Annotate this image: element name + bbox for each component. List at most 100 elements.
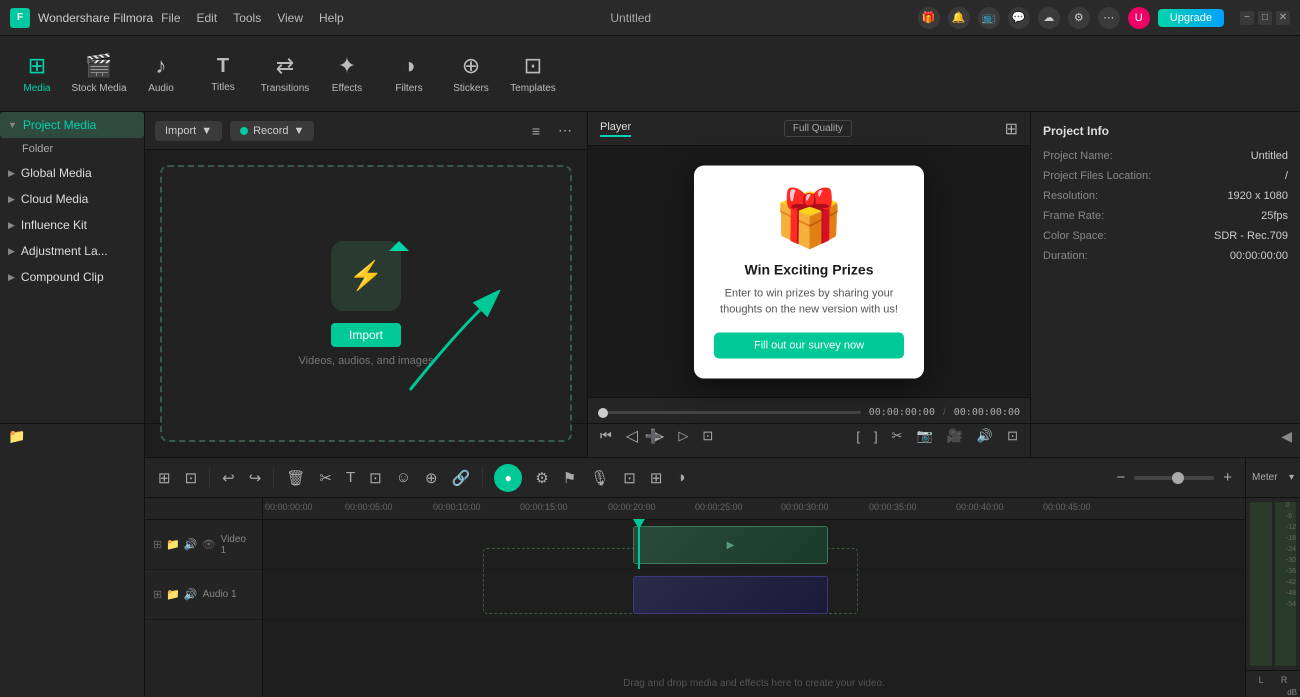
db-3: -18 xyxy=(1286,535,1296,542)
folder-item[interactable]: Folder xyxy=(0,138,144,160)
global-media-header[interactable]: ▶ Global Media xyxy=(0,160,144,186)
maximize-button[interactable]: □ xyxy=(1258,11,1272,25)
info-resolution-row: Resolution: 1920 x 1080 xyxy=(1043,190,1288,202)
toolbar-stock-media[interactable]: 🎬 Stock Media xyxy=(70,44,128,104)
zoom-section: − + xyxy=(1111,466,1237,489)
adjustment-label: Adjustment La... xyxy=(21,244,108,258)
menu-help[interactable]: Help xyxy=(319,11,344,25)
toolbar-sep-2 xyxy=(273,468,274,488)
record-button[interactable]: Record ▼ xyxy=(230,121,314,141)
meter-db-label: dB xyxy=(1246,688,1300,697)
delete-button[interactable]: 🗑 xyxy=(281,466,310,490)
text-button[interactable]: T xyxy=(341,466,360,489)
drop-import-button[interactable]: Import xyxy=(331,323,401,347)
add-track-button[interactable]: ⊞ xyxy=(153,466,176,490)
icon-settings[interactable]: ⚙ xyxy=(1068,7,1090,29)
tab-player[interactable]: Player xyxy=(600,121,631,137)
user-avatar[interactable]: U xyxy=(1128,7,1150,29)
audio-clip-1[interactable] xyxy=(633,576,828,614)
emoji-button[interactable]: ☺ xyxy=(391,466,416,489)
icon-monitor[interactable]: 📺 xyxy=(978,7,1000,29)
color-button[interactable]: ◑ xyxy=(671,466,690,489)
compound-clip-header[interactable]: ▶ Compound Clip xyxy=(0,264,144,290)
menu-file[interactable]: File xyxy=(161,11,180,25)
undo-button[interactable]: ↩ xyxy=(217,466,240,490)
toolbar-media[interactable]: ⊞ Media xyxy=(8,44,66,104)
quality-button[interactable]: Full Quality xyxy=(784,120,852,137)
meter-db-labels: 0 -6 -12 -18 -24 -30 -36 -42 -48 -54 xyxy=(1286,502,1296,608)
filter-icon[interactable]: ≡ xyxy=(527,121,545,141)
video-track-add-icon[interactable]: ⊞ xyxy=(153,538,162,551)
influence-kit-header[interactable]: ▶ Influence Kit xyxy=(0,212,144,238)
video-track-eye-icon[interactable]: 👁 xyxy=(202,538,216,551)
import-button[interactable]: Import ▼ xyxy=(155,121,222,141)
survey-button[interactable]: Fill out our survey now xyxy=(714,332,904,358)
cloud-media-header[interactable]: ▶ Cloud Media xyxy=(0,186,144,212)
video-track-row: ▶ xyxy=(263,520,1245,570)
mark-button[interactable]: ⚑ xyxy=(558,466,581,490)
compound-label: Compound Clip xyxy=(21,270,104,284)
crop-tl-button[interactable]: ⊡ xyxy=(364,466,387,490)
templates-icon: ⊡ xyxy=(524,53,542,79)
menu-edit[interactable]: Edit xyxy=(197,11,218,25)
menu-view[interactable]: View xyxy=(277,11,303,25)
info-name-row: Project Name: Untitled xyxy=(1043,150,1288,162)
snap-toggle[interactable]: ● xyxy=(494,464,522,492)
track-select-button[interactable]: ⊡ xyxy=(180,466,203,490)
effects-icon: ✦ xyxy=(338,53,356,79)
info-colorspace-row: Color Space: SDR - Rec.709 xyxy=(1043,230,1288,242)
video-track-folder-icon[interactable]: 📁 xyxy=(166,538,180,551)
toolbar-templates[interactable]: ⊡ Templates xyxy=(504,44,562,104)
icon-dots[interactable]: ⋯ xyxy=(1098,7,1120,29)
link-button[interactable]: 🔗 xyxy=(447,466,476,490)
zoom-in-button[interactable]: + xyxy=(1218,466,1237,489)
media-tl-button[interactable]: ⊞ xyxy=(645,466,668,490)
db-1: -6 xyxy=(1286,513,1296,520)
close-button[interactable]: ✕ xyxy=(1276,11,1290,25)
upgrade-button[interactable]: Upgrade xyxy=(1158,9,1224,27)
settings-tl-button[interactable]: ⚙ xyxy=(530,466,553,490)
zoom-out-button[interactable]: − xyxy=(1111,466,1130,489)
video-track-mute-icon[interactable]: 🔊 xyxy=(184,538,198,551)
zoom-track[interactable] xyxy=(1134,476,1214,480)
minimize-button[interactable]: − xyxy=(1240,11,1254,25)
menu-tools[interactable]: Tools xyxy=(233,11,261,25)
record-dot xyxy=(240,127,248,135)
playhead xyxy=(638,520,640,569)
toolbar: ⊞ Media 🎬 Stock Media ♪ Audio T Titles ⇄… xyxy=(0,36,1300,112)
toolbar-transitions[interactable]: ⇄ Transitions xyxy=(256,44,314,104)
audio-track-mute-icon[interactable]: 🔊 xyxy=(184,588,198,601)
icon-chat[interactable]: 💬 xyxy=(1008,7,1030,29)
meter-bar-L xyxy=(1250,502,1272,666)
video-track-label: ⊞ 📁 🔊 👁 Video 1 xyxy=(145,520,262,570)
tc-9: 00:00:45:00 xyxy=(1043,502,1091,512)
subtitle-button[interactable]: ⊡ xyxy=(618,466,641,490)
project-media-header[interactable]: ▼ Project Media xyxy=(0,112,144,138)
toolbar-audio[interactable]: ♪ Audio xyxy=(132,44,190,104)
plus-tl-button[interactable]: ⊕ xyxy=(420,466,443,490)
toolbar-effects[interactable]: ✦ Effects xyxy=(318,44,376,104)
adjustment-la-header[interactable]: ▶ Adjustment La... xyxy=(0,238,144,264)
channel-L: L xyxy=(1259,675,1264,685)
time-separator: / xyxy=(943,407,946,418)
redo-button[interactable]: ↪ xyxy=(244,466,267,490)
icon-bell[interactable]: 🔔 xyxy=(948,7,970,29)
toolbar-stickers[interactable]: ⊕ Stickers xyxy=(442,44,500,104)
more-options-icon[interactable]: ⋯ xyxy=(553,120,577,141)
meter-menu-icon[interactable]: ▾ xyxy=(1289,472,1294,483)
icon-cloud[interactable]: ☁ xyxy=(1038,7,1060,29)
drop-zone[interactable]: ⚡ Import Videos, audios, and images xyxy=(160,165,572,442)
split-button-tl[interactable]: ✂ xyxy=(314,466,337,490)
snap-icon[interactable]: ⊞ xyxy=(1005,119,1018,139)
icon-gift[interactable]: 🎁 xyxy=(918,7,940,29)
record-label: Record xyxy=(253,125,288,137)
video-clip-1[interactable]: ▶ xyxy=(633,526,828,564)
mic-button[interactable]: 🎙 xyxy=(585,466,614,490)
audio-track-folder-icon[interactable]: 📁 xyxy=(166,588,180,601)
toolbar-titles[interactable]: T Titles xyxy=(194,44,252,104)
progress-track[interactable] xyxy=(598,411,861,414)
add-folder-icon[interactable]: 📁 xyxy=(8,428,25,445)
toolbar-filters[interactable]: ◑ Filters xyxy=(380,44,438,104)
audio-track-add-icon[interactable]: ⊞ xyxy=(153,588,162,601)
adjustment-chevron: ▶ xyxy=(8,246,15,257)
